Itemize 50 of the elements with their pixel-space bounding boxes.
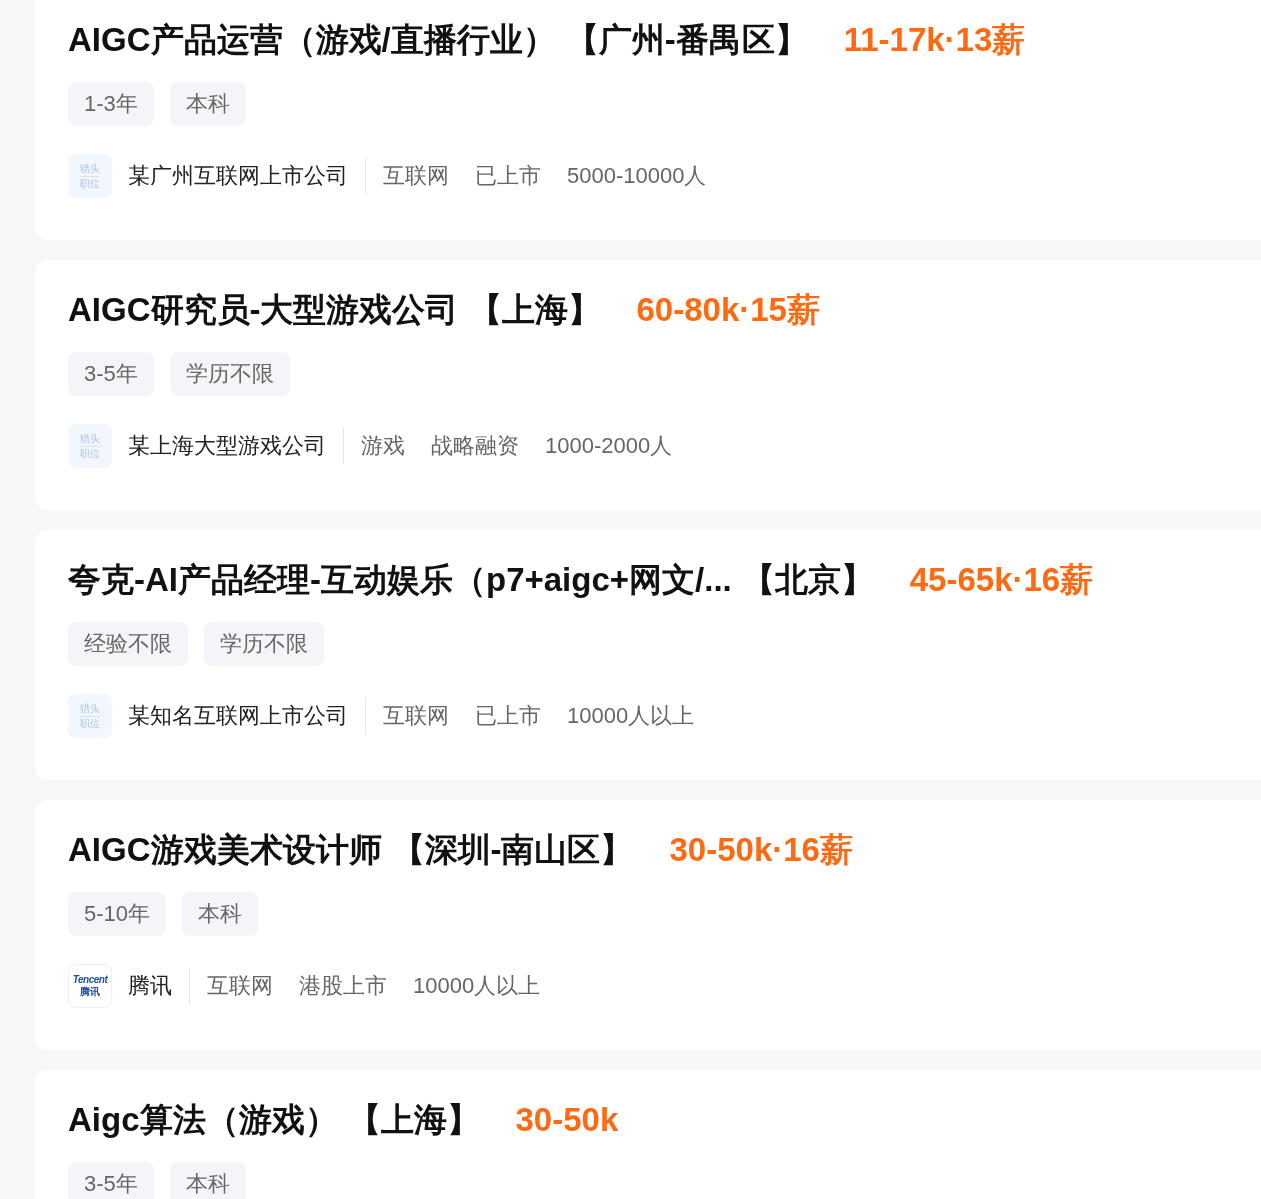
job-location: 【广州-番禺区】 [565,19,808,60]
company-name[interactable]: 腾讯 [128,971,172,1001]
salary: 30-50k [515,1101,619,1139]
company-logo: 猎头 职位 [68,154,112,198]
requirement-tag: 3-5年 [68,352,154,396]
company-info: 互联网 [207,972,273,1000]
company-logo: 猎头 职位 [68,424,112,468]
job-card[interactable]: AIGC游戏美术设计师 【深圳-南山区】 30-50k·16薪 5-10年 本科 Tencent 腾讯 腾讯 互联网 港股上市 10000人以上 [35,800,1261,1050]
job-card[interactable]: Aigc算法（游戏） 【上海】 30-50k 3-5年 本科 [35,1070,1261,1199]
salary: 60-80k·15薪 [636,289,820,330]
job-title: AIGC研究员-大型游戏公司 [68,289,459,330]
requirement-tag: 学历不限 [204,622,324,666]
job-title: AIGC游戏美术设计师 [68,829,382,870]
job-card[interactable]: AIGC产品运营（游戏/直播行业） 【广州-番禺区】 11-17k·13薪 1-3年 本科 猎头 职位 某广州互联网上市公司 互联网 已上市 5000-10000人 [35,0,1261,240]
job-title: AIGC产品运营（游戏/直播行业） [68,19,556,60]
requirement-tag: 1-3年 [68,82,154,126]
salary: 11-17k·13薪 [843,19,1026,60]
company-logo: 猎头 职位 [68,694,112,738]
company-info: 1000-2000人 [545,432,673,460]
job-location: 【北京】 [741,559,874,600]
job-title: 夸克-AI产品经理-互动娱乐（p7+aigc+网文/... [68,559,732,600]
company-info: 游戏 [361,432,405,460]
company-info: 10000人以上 [567,702,695,730]
company-logo: Tencent 腾讯 [68,964,112,1008]
company-name[interactable]: 某广州互联网上市公司 [128,161,348,191]
job-location: 【上海】 [468,289,601,330]
requirement-tag: 3-5年 [68,1162,154,1199]
requirement-tag: 经验不限 [68,622,188,666]
requirement-tag: 本科 [182,892,259,936]
job-location: 【深圳-南山区】 [391,829,634,870]
company-info: 已上市 [475,162,541,190]
company-name[interactable]: 某知名互联网上市公司 [128,701,348,731]
company-info: 互联网 [383,162,449,190]
requirement-tag: 学历不限 [169,352,290,396]
requirement-tag: 本科 [169,1162,246,1199]
company-info: 10000人以上 [413,972,541,1000]
company-info: 港股上市 [299,972,387,1000]
company-name[interactable]: 某上海大型游戏公司 [128,431,326,461]
requirement-tag: 本科 [169,82,246,126]
company-info: 战略融资 [431,432,519,460]
requirement-tag: 5-10年 [68,892,167,936]
job-card[interactable]: 夸克-AI产品经理-互动娱乐（p7+aigc+网文/... 【北京】 45-65k·16薪 经验不限 学历不限 猎头 职位 某知名互联网上市公司 互联网 已上市 10000人以上 [35,530,1261,780]
company-info: 互联网 [383,702,449,730]
job-title: Aigc算法（游戏） [68,1099,338,1140]
job-location: 【上海】 [347,1099,480,1140]
company-info: 5000-10000人 [567,162,707,190]
salary: 45-65k·16薪 [909,559,1094,600]
company-info: 已上市 [475,702,541,730]
job-card[interactable]: AIGC研究员-大型游戏公司 【上海】 60-80k·15薪 3-5年 学历不限 猎头 职位 某上海大型游戏公司 游戏 战略融资 1000-2000人 [35,260,1261,510]
salary: 30-50k·16薪 [669,829,853,870]
